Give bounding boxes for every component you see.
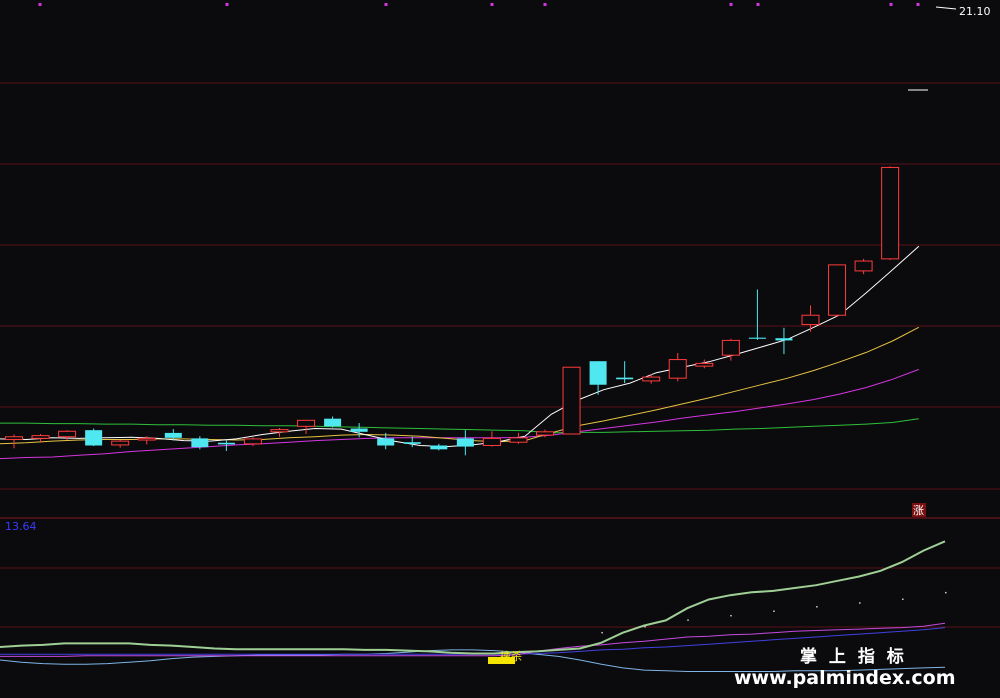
- top-marker-0: [38, 3, 42, 6]
- candle-body-23: [616, 377, 634, 380]
- candle-body-19: [509, 437, 528, 443]
- candle-body-16: [430, 445, 448, 450]
- candle-body-20: [536, 431, 554, 436]
- candle-body-33: [881, 166, 900, 260]
- trail-dot-40: [859, 602, 861, 604]
- stock-chart: 21.10 涨 13.64 擒杀 掌 上 指 标 www.palmindex.c…: [0, 0, 1000, 698]
- top-marker-1: [225, 3, 229, 6]
- candle-body-7: [191, 438, 209, 448]
- candle-body-31: [828, 264, 847, 316]
- watermark-cn: 掌 上 指 标: [800, 646, 907, 667]
- candle-21: [562, 366, 581, 435]
- candle-31: [828, 264, 847, 317]
- watermark-url: www.palmindex.com: [734, 667, 956, 689]
- candle-3: [85, 428, 103, 447]
- candle-body-12: [324, 418, 342, 427]
- candle-body-13: [350, 428, 368, 432]
- candle-body-27: [721, 339, 740, 356]
- trail-dot-32: [687, 619, 689, 621]
- candle-33: [881, 166, 900, 260]
- top-marker-4: [543, 3, 547, 6]
- candle-body-25: [668, 359, 687, 379]
- candle-body-17: [456, 438, 474, 447]
- candle-body-14: [377, 438, 395, 446]
- top-marker-8: [916, 3, 920, 6]
- candle-body-10: [270, 429, 289, 433]
- candle-body-24: [642, 376, 661, 382]
- candle-body-6: [164, 432, 182, 438]
- candle-body-18: [482, 437, 501, 446]
- candle-body-3: [85, 430, 103, 446]
- candle-body-29: [775, 338, 793, 341]
- trail-dot-34: [730, 614, 732, 617]
- trail-dot-38: [816, 606, 818, 608]
- candle-body-8: [217, 442, 235, 445]
- candle-body-0: [5, 436, 23, 440]
- top-marker-6: [756, 3, 760, 6]
- candle-body-4: [111, 440, 130, 446]
- candle-body-32: [854, 260, 873, 272]
- signal-label: 擒杀: [500, 649, 522, 663]
- candle-body-5: [137, 437, 156, 441]
- top-marker-7: [889, 3, 893, 6]
- trail-dot-44: [945, 591, 947, 594]
- top-marker-5: [729, 3, 733, 6]
- candle-body-22: [589, 361, 607, 385]
- candle-body-11: [297, 419, 316, 427]
- top-marker-2: [384, 3, 388, 6]
- candle-body-30: [801, 314, 820, 326]
- rise-badge-text: 涨: [913, 504, 924, 517]
- indicator-value-label: 13.64: [5, 520, 37, 533]
- price-high-value: 21.10: [959, 5, 991, 18]
- trail-dot-36: [773, 610, 775, 612]
- candle-body-26: [695, 362, 714, 367]
- candle-body-9: [243, 438, 262, 445]
- candle-body-1: [31, 435, 50, 439]
- trail-dot-42: [902, 598, 904, 601]
- trail-dot-30: [644, 626, 646, 628]
- trail-dot-28: [601, 631, 603, 634]
- rise-badge: 涨: [912, 503, 926, 517]
- top-marker-3: [490, 3, 494, 6]
- candle-body-21: [562, 366, 581, 435]
- candle-body-2: [58, 430, 77, 438]
- candle-body-15: [403, 442, 421, 444]
- candle-body-28: [748, 337, 766, 339]
